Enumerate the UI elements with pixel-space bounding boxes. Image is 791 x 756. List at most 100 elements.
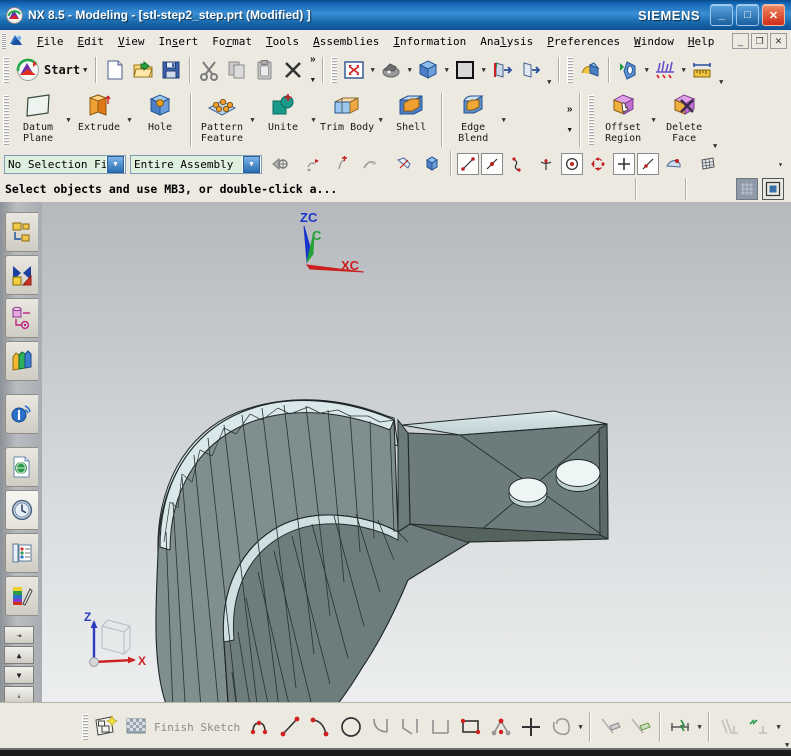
extrude-dropdown[interactable]: ▼ [125, 107, 134, 133]
snap-face-point-button[interactable] [661, 151, 687, 177]
line-button[interactable] [276, 711, 306, 743]
dimension-dropdown[interactable]: ▼ [695, 714, 704, 740]
snap-controlpoint-button[interactable] [505, 151, 531, 177]
sidebar-item-system-materials[interactable] [5, 576, 38, 616]
move-object-button[interactable] [577, 57, 603, 83]
graphics-window[interactable]: ZC C XC [42, 202, 791, 702]
fit-view-button[interactable] [341, 57, 367, 83]
hole-button[interactable]: Hole [134, 91, 186, 150]
section-preview-button[interactable] [736, 178, 758, 200]
polygon-button[interactable] [486, 711, 516, 743]
snap-toggle-button[interactable] [391, 151, 417, 177]
selection-filter-combo[interactable]: No Selection Fi ▼ [4, 155, 126, 174]
datum-plane-dropdown[interactable]: ▼ [64, 107, 73, 133]
unite-button[interactable]: Unite [257, 91, 309, 150]
measure-distance-button[interactable] [689, 57, 715, 83]
grid-snap-button[interactable] [695, 151, 721, 177]
rectangle-button[interactable] [456, 711, 486, 743]
pattern-feature-button[interactable]: Pattern Feature [196, 91, 248, 150]
zoom-pan-dropdown[interactable]: ▼ [405, 57, 414, 83]
paste-button[interactable] [252, 57, 278, 83]
zoom-pan-button[interactable] [378, 57, 404, 83]
delete-button[interactable] [280, 57, 306, 83]
sidebar-item-process-studio[interactable] [5, 533, 38, 573]
quick-trim-button[interactable] [595, 711, 625, 743]
snap-endpoint-button[interactable] [457, 153, 479, 175]
quick-extend-button[interactable] [625, 711, 655, 743]
section-dropdown[interactable]: ▼ [544, 76, 554, 88]
snap-midpoint-button[interactable] [481, 153, 503, 175]
sidebar-item-reuse-library[interactable] [5, 341, 38, 381]
standard-toolbar-overflow[interactable]: »▼ [307, 55, 318, 85]
analysis-tool-button[interactable] [652, 57, 678, 83]
maximize-button[interactable]: □ [736, 4, 759, 26]
face-filter-button[interactable] [301, 151, 327, 177]
new-file-button[interactable] [102, 57, 128, 83]
trim-body-dropdown[interactable]: ▼ [376, 107, 385, 133]
arc-button[interactable] [306, 711, 336, 743]
circle-button[interactable] [336, 711, 366, 743]
snap-intersection-button[interactable] [533, 151, 559, 177]
measure-dropdown[interactable]: ▼ [716, 76, 726, 88]
menu-insert[interactable]: Insert [152, 33, 206, 50]
menu-assemblies[interactable]: Assemblies [306, 33, 386, 50]
menu-grip[interactable] [2, 33, 6, 49]
menu-format[interactable]: Format [205, 33, 259, 50]
toolbar-grip-standard[interactable] [3, 57, 9, 83]
snap-arccenter-button[interactable] [561, 153, 583, 175]
menu-edit[interactable]: Edit [71, 33, 112, 50]
feature-toolbar-overflow[interactable]: »▼ [564, 105, 575, 135]
offset-region-button[interactable]: Offset Region [597, 91, 649, 150]
sidebar-item-history[interactable] [5, 490, 38, 530]
sidebar-item-hd3d-tools[interactable] [5, 394, 38, 434]
cut-button[interactable] [196, 57, 222, 83]
menu-preferences[interactable]: Preferences [540, 33, 627, 50]
rectangle-alt-button[interactable] [426, 711, 456, 743]
section-view-button[interactable] [489, 57, 515, 83]
unite-dropdown[interactable]: ▼ [309, 107, 318, 133]
copy-button[interactable] [224, 57, 250, 83]
curve-filter-button[interactable] [357, 151, 383, 177]
snap-quadrant-button[interactable] [585, 151, 611, 177]
menu-file[interactable]: File [30, 33, 71, 50]
make-symmetric-button[interactable] [744, 711, 774, 743]
pattern-feature-dropdown[interactable]: ▼ [248, 107, 257, 133]
selection-bar-overflow[interactable]: ▾ [778, 160, 783, 169]
edge-blend-dropdown[interactable]: ▼ [499, 107, 508, 133]
close-button[interactable]: ✕ [762, 4, 785, 26]
mdi-close-button[interactable]: ✕ [770, 33, 787, 49]
sidebar-item-assembly-navigator[interactable] [5, 212, 38, 252]
menu-tools[interactable]: Tools [259, 33, 306, 50]
minimize-button[interactable]: _ [710, 4, 733, 26]
sketch-toolbar-grip[interactable] [82, 714, 88, 740]
studio-spline-button[interactable] [546, 711, 576, 743]
edit-section-button[interactable] [517, 57, 543, 83]
extrude-button[interactable]: Extrude [73, 91, 125, 150]
menu-view[interactable]: View [111, 33, 152, 50]
profile-button[interactable] [246, 711, 276, 743]
chamfer-button[interactable] [396, 711, 426, 743]
selection-scope-chevron-down-icon[interactable]: ▼ [243, 156, 260, 173]
finish-sketch-button[interactable] [121, 711, 151, 743]
toolbar-grip-view[interactable] [331, 57, 337, 83]
menu-help[interactable]: Help [681, 33, 722, 50]
rapid-dimension-button[interactable] [665, 711, 695, 743]
fullscreen-button[interactable] [762, 178, 784, 200]
scroll-top-button[interactable]: ⇥ [4, 626, 34, 644]
menu-information[interactable]: Information [386, 33, 473, 50]
render-style-button[interactable] [452, 57, 478, 83]
point-filter-button[interactable] [329, 151, 355, 177]
sidebar-item-web-browser[interactable] [5, 447, 38, 487]
render-style-dropdown[interactable]: ▼ [479, 57, 488, 83]
analysis-tool-dropdown[interactable]: ▼ [679, 57, 688, 83]
feature-toolbar-grip[interactable] [3, 95, 9, 145]
orient-view-button[interactable] [415, 57, 441, 83]
selection-scope-combo[interactable]: Entire Assembly ▼ [130, 155, 262, 174]
snap-cube-button[interactable] [419, 151, 445, 177]
snap-point-on-curve-button[interactable] [637, 153, 659, 175]
sidebar-item-part-navigator[interactable] [5, 298, 38, 338]
synchronous-toolbar-grip[interactable] [588, 95, 594, 145]
spline-dropdown[interactable]: ▼ [576, 714, 585, 740]
delete-face-button[interactable]: Delete Face [658, 91, 710, 150]
shell-button[interactable]: Shell [385, 91, 437, 150]
